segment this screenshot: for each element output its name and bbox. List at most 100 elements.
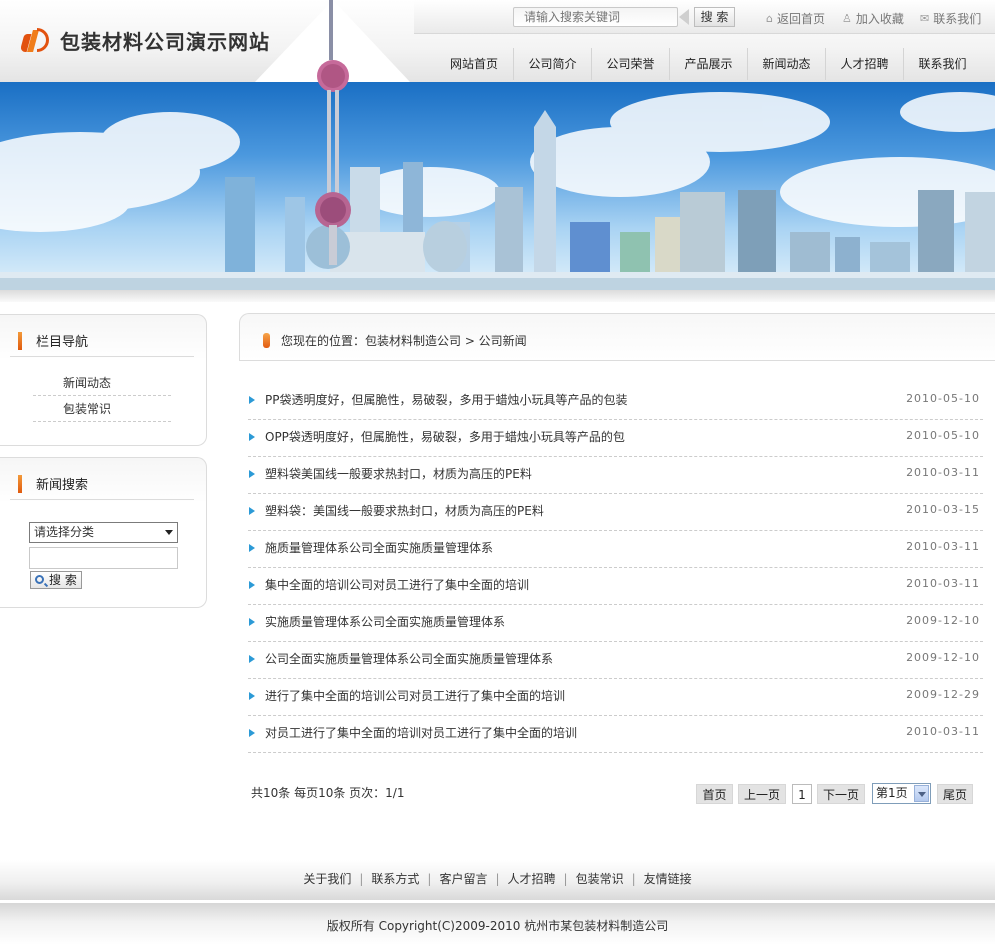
- chevron-right-icon: ▶: [66, 378, 73, 387]
- news-row[interactable]: 施质量管理体系公司全面实施质量管理体系 2010-03-11: [248, 531, 983, 568]
- divider: |: [427, 872, 432, 886]
- search-icon: [35, 575, 44, 584]
- nav-jobs[interactable]: 人才招聘: [825, 48, 903, 80]
- news-title[interactable]: 公司全面实施质量管理体系公司全面实施质量管理体系: [265, 650, 553, 667]
- category-select[interactable]: 请选择分类: [29, 522, 178, 543]
- bullet-icon: [249, 655, 255, 663]
- footer-link-contact[interactable]: 联系方式: [371, 872, 419, 886]
- contact-link-label: 联系我们: [933, 12, 982, 26]
- news-date: 2009-12-29: [906, 688, 980, 701]
- contact-link[interactable]: ✉ 联系我们: [920, 10, 981, 27]
- bullet-icon: [249, 544, 255, 552]
- sidebar-item-news[interactable]: ▶ 新闻动态: [33, 370, 171, 396]
- favorite-link-label: 加入收藏: [855, 12, 904, 26]
- search-input[interactable]: [513, 7, 678, 27]
- bullet-icon: [249, 692, 255, 700]
- bullet-icon: [249, 581, 255, 589]
- bullet-icon: [249, 396, 255, 404]
- bullet-icon: [249, 507, 255, 515]
- nav-home[interactable]: 网站首页: [435, 48, 513, 80]
- news-row[interactable]: 塑料袋：美国线一般要求热封口，材质为高压的PE料 2010-03-15: [248, 494, 983, 531]
- nav-contact[interactable]: 联系我们: [903, 48, 981, 80]
- news-date: 2009-12-10: [906, 651, 980, 664]
- site-title: 包装材料公司演示网站: [60, 30, 270, 54]
- last-page-button[interactable]: 尾页: [937, 784, 973, 804]
- nav-news[interactable]: 新闻动态: [747, 48, 825, 80]
- footer-link-about[interactable]: 关于我们: [303, 872, 351, 886]
- divider: |: [631, 872, 636, 886]
- sidebar-nav-box: 栏目导航 ▶ 新闻动态 ▶ 包装常识: [0, 314, 207, 446]
- bullet-icon: [249, 729, 255, 737]
- footer-link-guestbook[interactable]: 客户留言: [439, 872, 487, 886]
- news-row[interactable]: 公司全面实施质量管理体系公司全面实施质量管理体系 2009-12-10: [248, 642, 983, 679]
- logo-icon: [19, 27, 52, 54]
- news-search-button[interactable]: 搜 索: [30, 571, 82, 589]
- bullet-icon: [249, 470, 255, 478]
- sidebar-item-knowledge[interactable]: ▶ 包装常识: [33, 396, 171, 422]
- news-date: 2010-03-11: [906, 725, 980, 738]
- news-title[interactable]: OPP袋透明度好，但属脆性，易破裂，多用于蜡烛小玩具等产品的包: [265, 428, 625, 445]
- first-page-button[interactable]: 首页: [696, 784, 733, 804]
- news-row[interactable]: 实施质量管理体系公司全面实施质量管理体系 2009-12-10: [248, 605, 983, 642]
- site-logo[interactable]: 包装材料公司演示网站: [19, 26, 270, 55]
- divider: [10, 356, 194, 357]
- prev-page-button[interactable]: 上一页: [738, 784, 786, 804]
- nav-products[interactable]: 产品展示: [669, 48, 747, 80]
- home-link[interactable]: ⌂ 返回首页: [766, 10, 825, 27]
- home-link-label: 返回首页: [776, 12, 825, 26]
- news-date: 2010-05-10: [906, 392, 980, 405]
- footer-link-knowledge[interactable]: 包装常识: [576, 872, 624, 886]
- copyright: 版权所有 Copyright(C)2009-2010 杭州市某包装材料制造公司: [326, 919, 669, 933]
- news-title[interactable]: PP袋透明度好，但属脆性，易破裂，多用于蜡烛小玩具等产品的包装: [265, 391, 627, 408]
- bullet-icon: [249, 618, 255, 626]
- location-icon: [263, 333, 270, 348]
- news-title[interactable]: 集中全面的培训公司对员工进行了集中全面的培训: [265, 576, 529, 593]
- category-select-value: 请选择分类: [34, 525, 95, 539]
- nav-honors[interactable]: 公司荣誉: [591, 48, 669, 80]
- divider: |: [359, 872, 364, 886]
- news-row[interactable]: 进行了集中全面的培训公司对员工进行了集中全面的培训 2009-12-29: [248, 679, 983, 716]
- news-title[interactable]: 施质量管理体系公司全面实施质量管理体系: [265, 539, 493, 556]
- news-search-input[interactable]: [29, 547, 178, 569]
- news-row[interactable]: OPP袋透明度好，但属脆性，易破裂，多用于蜡烛小玩具等产品的包 2010-05-…: [248, 420, 983, 457]
- news-date: 2010-05-10: [906, 429, 980, 442]
- main-nav: 网站首页 公司简介 公司荣誉 产品展示 新闻动态 人才招聘 联系我们: [435, 48, 981, 80]
- page-select[interactable]: 第1页: [872, 783, 931, 804]
- footer-link-jobs[interactable]: 人才招聘: [508, 872, 556, 886]
- sidebar-nav-title: 栏目导航: [18, 331, 88, 350]
- banner-shadow: [0, 290, 995, 302]
- current-page-button[interactable]: 1: [792, 784, 812, 804]
- news-search-button-label: 搜 索: [49, 573, 77, 587]
- news-title[interactable]: 进行了集中全面的培训公司对员工进行了集中全面的培训: [265, 687, 565, 704]
- nav-about[interactable]: 公司简介: [513, 48, 591, 80]
- news-row[interactable]: 对员工进行了集中全面的培训对员工进行了集中全面的培训 2010-03-11: [248, 716, 983, 753]
- footer-links: 关于我们 | 联系方式 | 客户留言 | 人才招聘 | 包装常识 | 友情链接: [0, 870, 995, 887]
- favorite-link[interactable]: ♙ 加入收藏: [842, 10, 904, 27]
- search-arrow-icon: [679, 9, 689, 25]
- news-date: 2009-12-10: [906, 614, 980, 627]
- divider: [10, 499, 194, 500]
- news-row[interactable]: 集中全面的培训公司对员工进行了集中全面的培训 2010-03-11: [248, 568, 983, 605]
- favorite-icon: ♙: [842, 12, 852, 25]
- title-mark-icon: [18, 331, 22, 350]
- news-date: 2010-03-11: [906, 540, 980, 553]
- footer-link-friends[interactable]: 友情链接: [644, 872, 692, 886]
- news-title[interactable]: 塑料袋美国线一般要求热封口，材质为高压的PE料: [265, 465, 532, 482]
- next-page-button[interactable]: 下一页: [817, 784, 865, 804]
- page-select-value: 第1页: [876, 786, 908, 800]
- search-button[interactable]: 搜 索: [694, 7, 735, 27]
- city-banner: [0, 82, 995, 290]
- title-mark-icon: [18, 474, 22, 493]
- news-title[interactable]: 塑料袋：美国线一般要求热封口，材质为高压的PE料: [265, 502, 544, 519]
- news-title[interactable]: 实施质量管理体系公司全面实施质量管理体系: [265, 613, 505, 630]
- news-row[interactable]: 塑料袋美国线一般要求热封口，材质为高压的PE料 2010-03-11: [248, 457, 983, 494]
- sidebar-nav-title-text: 栏目导航: [36, 335, 89, 350]
- sidebar-search-box: 新闻搜索 请选择分类 搜 索: [0, 457, 207, 608]
- divider: |: [495, 872, 500, 886]
- news-date: 2010-03-11: [906, 577, 980, 590]
- news-date: 2010-03-15: [906, 503, 980, 516]
- news-row[interactable]: PP袋透明度好，但属脆性，易破裂，多用于蜡烛小玩具等产品的包装 2010-05-…: [248, 383, 983, 420]
- news-title[interactable]: 对员工进行了集中全面的培训对员工进行了集中全面的培训: [265, 724, 577, 741]
- home-icon: ⌂: [766, 12, 773, 25]
- sidebar-search-title-text: 新闻搜索: [36, 478, 89, 493]
